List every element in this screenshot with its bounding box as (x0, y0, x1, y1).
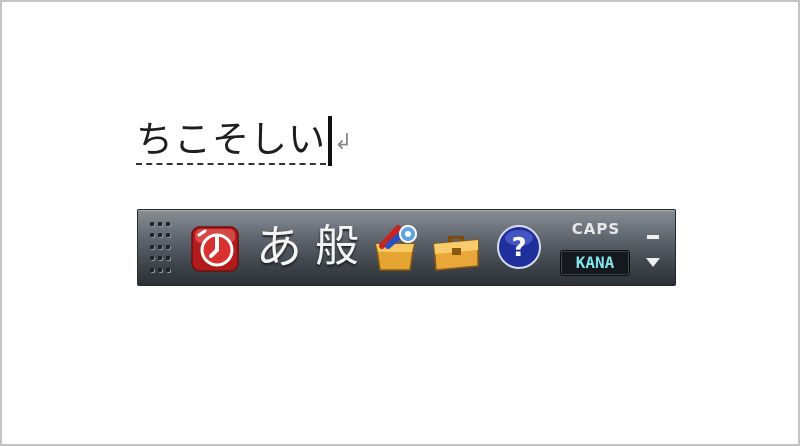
minimize-button[interactable] (642, 224, 664, 244)
input-mode-button[interactable]: あ (254, 214, 304, 280)
text-caret (328, 116, 332, 166)
composition-text[interactable]: ちこそしい (136, 118, 326, 165)
help-icon[interactable]: ? (496, 224, 542, 270)
chevron-down-icon (646, 258, 660, 267)
minimize-icon (647, 235, 659, 239)
svg-text:?: ? (511, 233, 526, 263)
kana-indicator[interactable]: KANA (560, 250, 630, 276)
options-menu-button[interactable] (642, 252, 664, 272)
caps-indicator[interactable]: CAPS (562, 220, 630, 238)
drag-grip-handle[interactable] (150, 222, 172, 274)
ime-app-icon[interactable] (190, 223, 240, 273)
ime-pad-icon[interactable] (370, 222, 420, 274)
document-text-area[interactable]: ちこそしい ↲ (136, 116, 353, 168)
toolbox-icon[interactable] (430, 224, 482, 272)
ime-language-bar: あ 般 ? CAPS KANA (137, 209, 676, 286)
window-frame: ちこそしい ↲ あ 般 ? CAPS KANA (0, 0, 800, 446)
return-mark-icon: ↲ (334, 130, 353, 155)
conversion-mode-button[interactable]: 般 (310, 214, 364, 280)
